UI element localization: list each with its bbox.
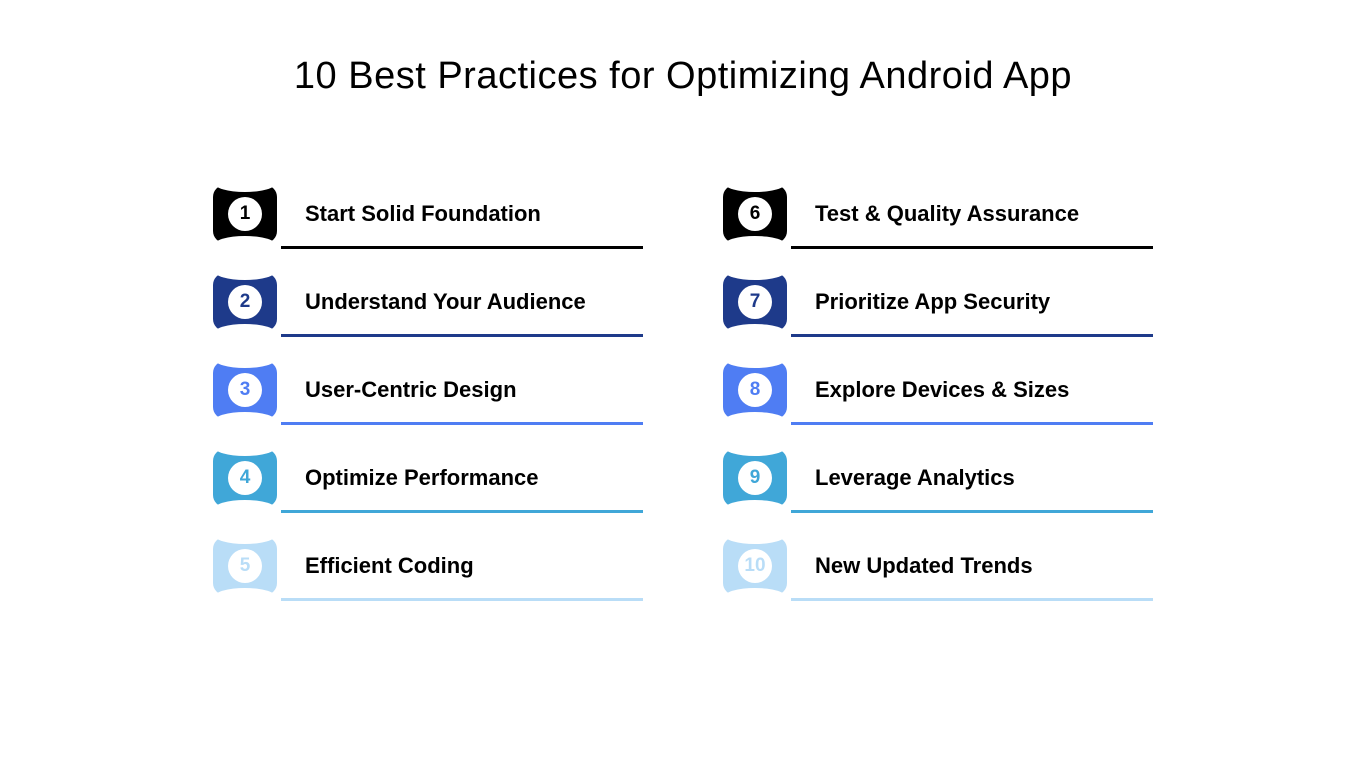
columns: 1 Start Solid Foundation 2 Understand Yo… <box>0 185 1366 595</box>
underline <box>791 510 1153 513</box>
item-label: Start Solid Foundation <box>277 201 643 227</box>
number-badge: 6 <box>723 185 787 243</box>
underline <box>281 510 643 513</box>
underline <box>281 598 643 601</box>
number: 1 <box>240 203 251 225</box>
number-badge: 7 <box>723 273 787 331</box>
number-badge: 1 <box>213 185 277 243</box>
number-circle: 9 <box>738 461 772 495</box>
list-item: 8 Explore Devices & Sizes <box>723 361 1153 419</box>
number-badge: 5 <box>213 537 277 595</box>
number-circle: 2 <box>228 285 262 319</box>
number-badge: 10 <box>723 537 787 595</box>
number-circle: 4 <box>228 461 262 495</box>
item-label: Test & Quality Assurance <box>787 201 1153 227</box>
number: 5 <box>240 555 251 577</box>
number-circle: 7 <box>738 285 772 319</box>
number: 4 <box>240 467 251 489</box>
list-item: 2 Understand Your Audience <box>213 273 643 331</box>
number-badge: 4 <box>213 449 277 507</box>
column-left: 1 Start Solid Foundation 2 Understand Yo… <box>213 185 643 595</box>
item-label: Leverage Analytics <box>787 465 1153 491</box>
number-circle: 3 <box>228 373 262 407</box>
list-item: 5 Efficient Coding <box>213 537 643 595</box>
list-item: 4 Optimize Performance <box>213 449 643 507</box>
underline <box>791 334 1153 337</box>
page-title: 10 Best Practices for Optimizing Android… <box>0 55 1366 98</box>
number-badge: 9 <box>723 449 787 507</box>
list-item: 6 Test & Quality Assurance <box>723 185 1153 243</box>
number-circle: 10 <box>738 549 772 583</box>
underline <box>281 334 643 337</box>
underline <box>791 246 1153 249</box>
list-item: 9 Leverage Analytics <box>723 449 1153 507</box>
number-circle: 8 <box>738 373 772 407</box>
underline <box>791 598 1153 601</box>
number: 2 <box>240 291 251 313</box>
underline <box>791 422 1153 425</box>
item-label: Prioritize App Security <box>787 289 1153 315</box>
number-circle: 5 <box>228 549 262 583</box>
underline <box>281 422 643 425</box>
number-circle: 1 <box>228 197 262 231</box>
number: 3 <box>240 379 251 401</box>
number: 6 <box>750 203 761 225</box>
number-badge: 3 <box>213 361 277 419</box>
item-label: Explore Devices & Sizes <box>787 377 1153 403</box>
underline <box>281 246 643 249</box>
number-badge: 2 <box>213 273 277 331</box>
number-badge: 8 <box>723 361 787 419</box>
number: 10 <box>744 555 765 577</box>
page: 10 Best Practices for Optimizing Android… <box>0 0 1366 768</box>
list-item: 10 New Updated Trends <box>723 537 1153 595</box>
number: 7 <box>750 291 761 313</box>
list-item: 3 User-Centric Design <box>213 361 643 419</box>
item-label: User-Centric Design <box>277 377 643 403</box>
item-label: Optimize Performance <box>277 465 643 491</box>
list-item: 1 Start Solid Foundation <box>213 185 643 243</box>
number-circle: 6 <box>738 197 772 231</box>
item-label: New Updated Trends <box>787 553 1153 579</box>
number: 8 <box>750 379 761 401</box>
column-right: 6 Test & Quality Assurance 7 Prioritize … <box>723 185 1153 595</box>
number: 9 <box>750 467 761 489</box>
list-item: 7 Prioritize App Security <box>723 273 1153 331</box>
item-label: Efficient Coding <box>277 553 643 579</box>
item-label: Understand Your Audience <box>277 289 643 315</box>
